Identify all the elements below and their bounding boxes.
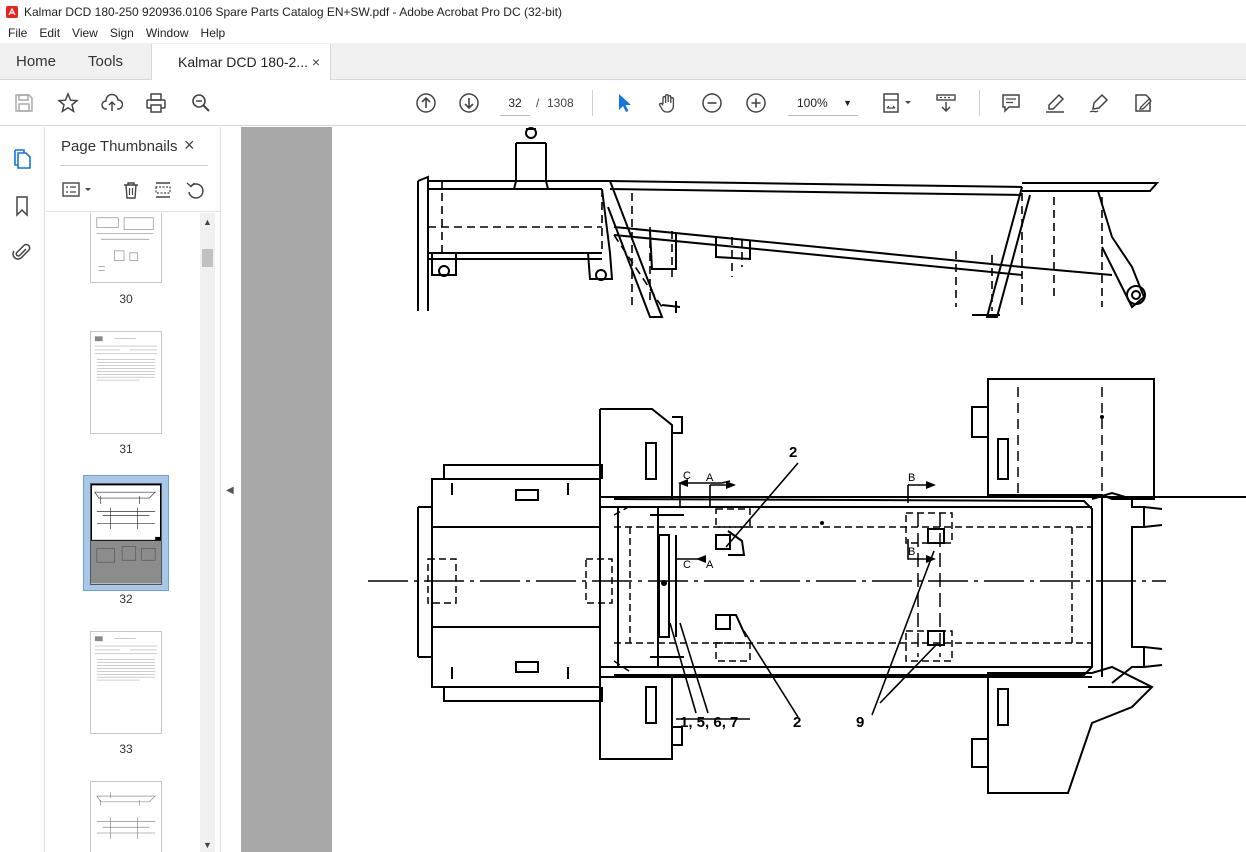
thumbnail-label: 30 bbox=[119, 292, 133, 306]
comment-icon[interactable] bbox=[999, 91, 1023, 115]
thumbnail-list: 30 31 32 33 bbox=[46, 213, 196, 852]
acrobat-logo-icon bbox=[6, 5, 18, 18]
tab-bar: Home Tools Kalmar DCD 180-2... × bbox=[0, 43, 1246, 80]
thumbnail-page[interactable] bbox=[90, 213, 162, 283]
pdf-page: 2 2 1, 5, 6, 7 9 C A C A B B bbox=[332, 127, 1246, 852]
divider bbox=[60, 165, 208, 166]
save-icon[interactable] bbox=[12, 91, 36, 115]
section-c-top: C bbox=[683, 470, 691, 482]
page-thumbnails-icon[interactable] bbox=[10, 147, 34, 171]
panel-toolbar bbox=[60, 177, 210, 203]
callout-9: 9 bbox=[856, 714, 865, 731]
zoom-value: 100% bbox=[797, 96, 828, 110]
zoom-select[interactable]: 100% ▼ bbox=[788, 90, 858, 116]
menu-help[interactable]: Help bbox=[195, 26, 232, 40]
page-separator: / bbox=[536, 96, 540, 110]
close-panel-icon[interactable]: × bbox=[184, 135, 195, 156]
thumbnail-page[interactable] bbox=[90, 781, 162, 852]
divider bbox=[46, 211, 220, 212]
delete-icon[interactable] bbox=[118, 177, 144, 203]
rotate-icon[interactable] bbox=[182, 177, 208, 203]
previous-page-icon[interactable] bbox=[414, 91, 438, 115]
scrollbar-thumb[interactable] bbox=[202, 249, 213, 267]
next-page-icon[interactable] bbox=[457, 91, 481, 115]
thumbnail-options-icon[interactable] bbox=[60, 177, 96, 203]
thumbnail-label: 31 bbox=[119, 442, 133, 456]
title-bar: Kalmar DCD 180-250 920936.0106 Spare Par… bbox=[0, 0, 1246, 23]
find-zoom-icon[interactable] bbox=[189, 91, 213, 115]
thumbnail-page[interactable] bbox=[90, 631, 162, 734]
upload-cloud-icon[interactable] bbox=[100, 91, 124, 115]
collapse-panel-icon[interactable]: ◀ bbox=[226, 485, 234, 496]
left-rail bbox=[0, 127, 45, 852]
thumbnails-panel: Page Thumbnails × 30 31 32 33 ▲ ▼ bbox=[46, 127, 220, 852]
fit-page-icon[interactable] bbox=[880, 91, 916, 115]
scroll-down-icon[interactable]: ▼ bbox=[200, 840, 215, 850]
toolbar-divider bbox=[592, 90, 593, 116]
document-canvas[interactable]: 2 2 1, 5, 6, 7 9 C A C A B B bbox=[241, 127, 1246, 852]
toolbar: 32 / 1308 100% ▼ bbox=[0, 80, 1246, 126]
callout-2-top: 2 bbox=[789, 444, 798, 461]
close-tab-icon[interactable]: × bbox=[312, 54, 320, 70]
chevron-down-icon: ▼ bbox=[843, 98, 852, 108]
print-icon[interactable] bbox=[144, 91, 168, 115]
menu-edit[interactable]: Edit bbox=[33, 26, 66, 40]
hand-tool-icon[interactable] bbox=[656, 91, 680, 115]
document-tab-label: Kalmar DCD 180-2... bbox=[178, 54, 308, 70]
thumbnail-label: 32 bbox=[119, 592, 133, 606]
menu-bar: File Edit View Sign Window Help bbox=[0, 23, 1246, 43]
window-title: Kalmar DCD 180-250 920936.0106 Spare Par… bbox=[24, 4, 562, 19]
fill-sign-icon[interactable] bbox=[1131, 91, 1155, 115]
sign-pen-icon[interactable] bbox=[1087, 91, 1111, 115]
panel-title: Page Thumbnails bbox=[61, 138, 178, 155]
callout-parts: 1, 5, 6, 7 bbox=[680, 714, 739, 731]
callout-2-bottom: 2 bbox=[793, 714, 802, 731]
bookmarks-icon[interactable] bbox=[10, 194, 34, 218]
menu-file[interactable]: File bbox=[2, 26, 33, 40]
menu-view[interactable]: View bbox=[66, 26, 104, 40]
highlight-pen-icon[interactable] bbox=[1043, 91, 1067, 115]
thumbnail-page[interactable] bbox=[90, 331, 162, 434]
page-number-input[interactable]: 32 bbox=[500, 90, 530, 116]
thumbnail-page-current[interactable] bbox=[90, 483, 162, 585]
tab-home[interactable]: Home bbox=[0, 43, 72, 79]
zoom-out-icon[interactable] bbox=[700, 91, 724, 115]
section-c-bottom: C bbox=[683, 559, 691, 571]
toolbar-divider bbox=[979, 90, 980, 116]
thumbnail-scrollbar[interactable]: ▲ ▼ bbox=[200, 213, 215, 852]
total-pages: 1308 bbox=[547, 96, 574, 110]
technical-drawing bbox=[368, 127, 1246, 794]
select-cursor-icon[interactable] bbox=[612, 91, 636, 115]
bookmark-star-icon[interactable] bbox=[56, 91, 80, 115]
section-b-top: B bbox=[908, 472, 916, 484]
zoom-in-icon[interactable] bbox=[744, 91, 768, 115]
tab-tools[interactable]: Tools bbox=[72, 43, 139, 79]
thumbnail-label: 33 bbox=[119, 742, 133, 756]
tab-document[interactable]: Kalmar DCD 180-2... × bbox=[151, 44, 332, 80]
section-a-top: A bbox=[706, 472, 714, 484]
scroll-mode-icon[interactable] bbox=[934, 91, 958, 115]
panel-collapse-strip[interactable]: ◀ bbox=[220, 127, 240, 852]
section-b-bottom: B bbox=[908, 546, 916, 558]
section-a-bottom: A bbox=[706, 559, 714, 571]
attachments-icon[interactable] bbox=[10, 240, 34, 264]
extract-pages-icon[interactable] bbox=[150, 177, 176, 203]
scroll-up-icon[interactable]: ▲ bbox=[200, 217, 215, 227]
menu-window[interactable]: Window bbox=[140, 26, 195, 40]
menu-sign[interactable]: Sign bbox=[104, 26, 140, 40]
